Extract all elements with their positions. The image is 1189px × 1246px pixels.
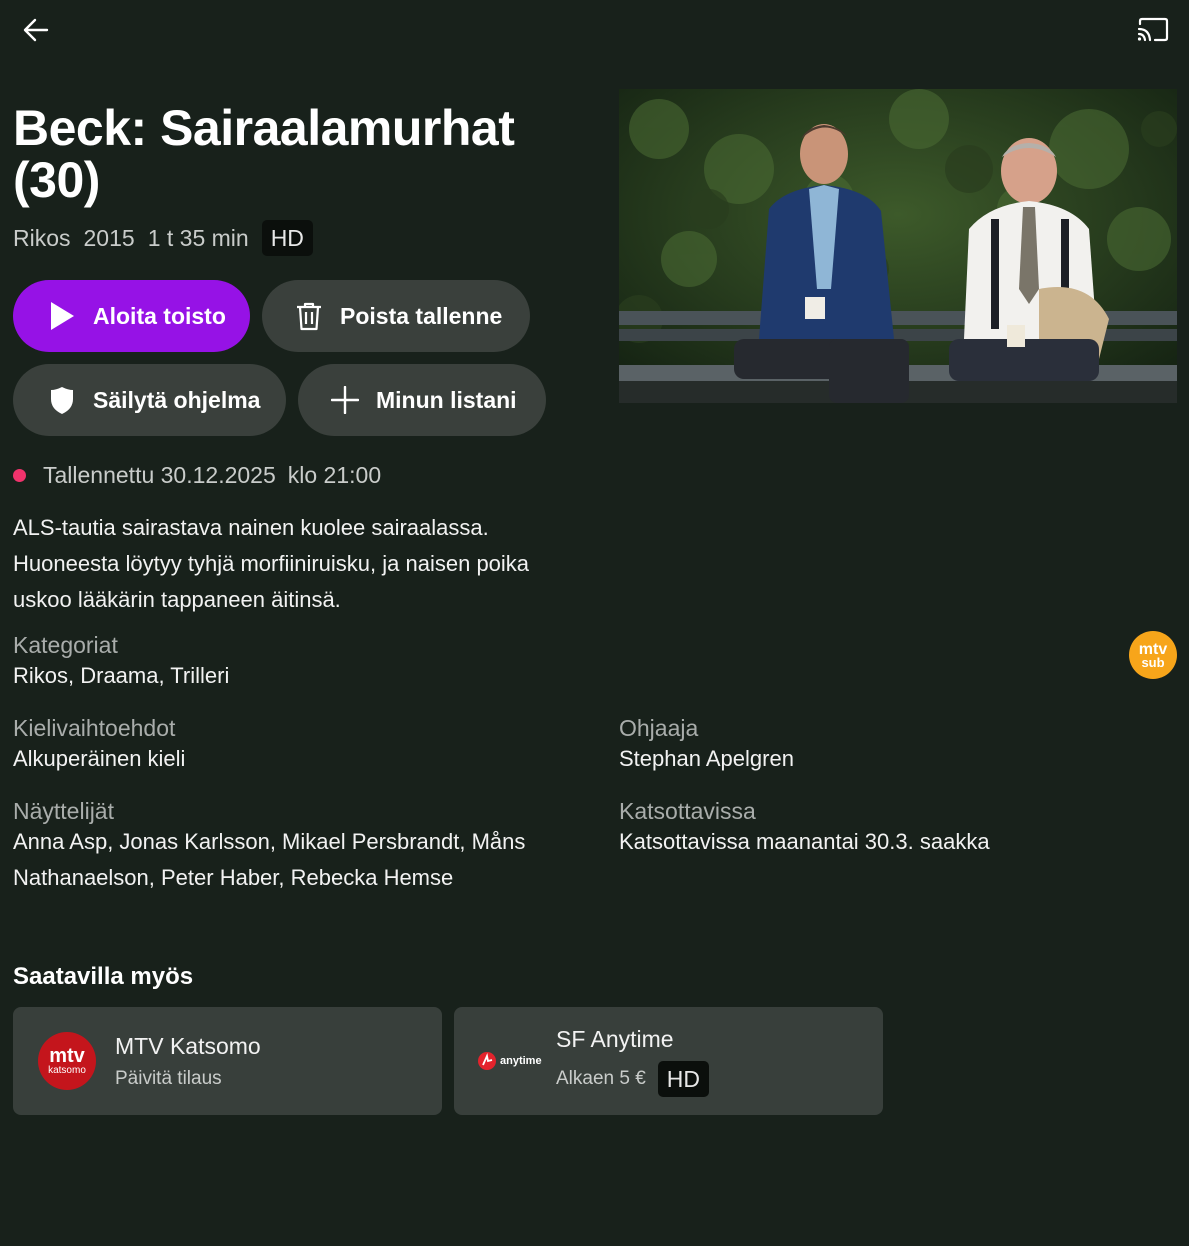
program-description: ALS-tautia sairastava nainen kuolee sair… [13, 515, 530, 612]
provider-subtitle-row: Alkaen 5 € HD [556, 1061, 710, 1097]
categories-value: Rikos, Draama, Trilleri [13, 663, 230, 688]
director-value: Stephan Apelgren [619, 746, 794, 771]
play-icon [47, 301, 77, 331]
mtv-sub-channel-logo: mtv sub [1129, 631, 1177, 679]
delete-recording-button[interactable]: Poista tallenne [262, 280, 530, 352]
mtv-katsomo-logo-top: mtv [49, 1044, 85, 1067]
hd-badge: HD [261, 220, 313, 256]
duration-text: 1 t 35 min [147, 224, 249, 251]
recorded-dot-icon [13, 468, 26, 482]
trash-icon [294, 301, 324, 331]
back-button[interactable] [18, 12, 54, 48]
shield-icon [47, 385, 77, 415]
year-text: 2015 [83, 224, 135, 251]
play-button[interactable]: Aloita toisto [13, 280, 250, 352]
delete-button-label: Poista tallenne [340, 302, 503, 329]
mtv-katsomo-logo-bottom: katsomo [48, 1064, 86, 1076]
categories-label: Kategoriat [13, 632, 118, 658]
play-button-label: Aloita toisto [93, 302, 226, 329]
recording-info: Tallennettu 30.12.2025 klo 21:00 [13, 458, 381, 492]
also-available-title: Saatavilla myös [13, 963, 194, 990]
provider-card-mtv-katsomo[interactable]: mtv katsomo MTV Katsomo Päivitä tilaus [13, 1007, 442, 1115]
keep-button-label: Säilytä ohjelma [93, 386, 261, 413]
actors-label: Näyttelijät [13, 798, 114, 824]
provider-subtitle: Päivitä tilaus [115, 1068, 222, 1089]
channel-logo-bottom: sub [1141, 654, 1165, 670]
my-list-button-label: Minun listani [376, 386, 517, 413]
provider-name: MTV Katsomo [115, 1033, 261, 1059]
provider-price: Alkaen 5 € [556, 1068, 646, 1089]
provider-card-sf-anytime[interactable]: anytime SF Anytime Alkaen 5 € HD [454, 1007, 883, 1115]
plus-icon [330, 385, 360, 415]
my-list-button[interactable]: Minun listani [298, 364, 546, 436]
recorded-time: klo 21:00 [287, 461, 382, 488]
program-title: Beck: Sairaalamurhat (30) [13, 100, 515, 208]
sf-anytime-logo: anytime [477, 1051, 542, 1071]
mtv-katsomo-logo: mtv katsomo [38, 1032, 96, 1090]
provider-name: SF Anytime [556, 1026, 674, 1052]
actors-value: Anna Asp, Jonas Karlsson, Mikael Persbra… [13, 829, 526, 890]
languages-label: Kielivaihtoehdot [13, 715, 176, 741]
director-label: Ohjaaja [619, 715, 699, 741]
genre-text: Rikos [13, 224, 71, 251]
keep-program-button[interactable]: Säilytä ohjelma [13, 364, 286, 436]
languages-value: Alkuperäinen kieli [13, 746, 186, 771]
cast-icon [1137, 17, 1169, 42]
sf-logo-mark-icon [478, 1052, 496, 1070]
recorded-date: Tallennettu 30.12.2025 [43, 461, 276, 488]
program-meta: Rikos 2015 1 t 35 min HD [13, 220, 313, 256]
sf-anytime-logo-text: anytime [500, 1055, 542, 1067]
cast-button[interactable] [1133, 12, 1173, 48]
arrow-left-icon [23, 18, 49, 42]
availability-label: Katsottavissa [619, 798, 756, 824]
provider-hd-badge: HD [657, 1061, 710, 1097]
program-hero-image [619, 89, 1177, 403]
availability-value: Katsottavissa maanantai 30.3. saakka [619, 829, 990, 854]
